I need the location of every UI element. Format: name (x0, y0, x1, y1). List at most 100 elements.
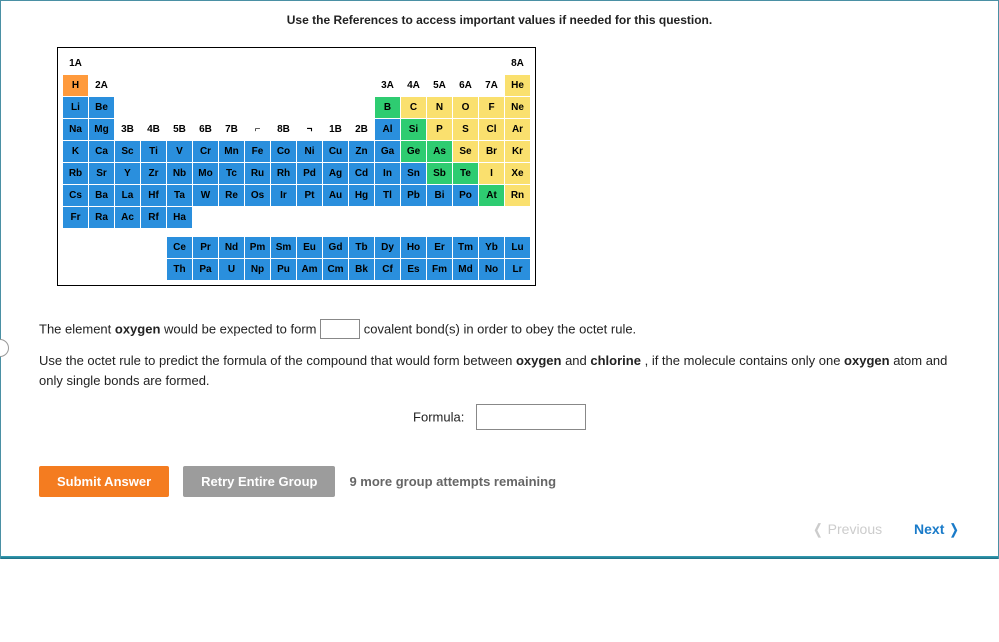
element-Pm[interactable]: Pm (245, 237, 271, 259)
element-Tc[interactable]: Tc (219, 163, 245, 185)
element-In[interactable]: In (375, 163, 401, 185)
element-Ho[interactable]: Ho (401, 237, 427, 259)
element-Tl[interactable]: Tl (375, 185, 401, 207)
element-Ta[interactable]: Ta (167, 185, 193, 207)
element-Ni[interactable]: Ni (297, 141, 323, 163)
element-K[interactable]: K (63, 141, 89, 163)
element-Br[interactable]: Br (479, 141, 505, 163)
element-I[interactable]: I (479, 163, 505, 185)
element-C[interactable]: C (401, 97, 427, 119)
element-Ne[interactable]: Ne (505, 97, 531, 119)
element-Cr[interactable]: Cr (193, 141, 219, 163)
element-Xe[interactable]: Xe (505, 163, 531, 185)
element-At[interactable]: At (479, 185, 505, 207)
element-Ce[interactable]: Ce (167, 237, 193, 259)
element-Fe[interactable]: Fe (245, 141, 271, 163)
element-Cs[interactable]: Cs (63, 185, 89, 207)
element-Pt[interactable]: Pt (297, 185, 323, 207)
element-Fr[interactable]: Fr (63, 207, 89, 229)
element-Gd[interactable]: Gd (323, 237, 349, 259)
element-Eu[interactable]: Eu (297, 237, 323, 259)
element-Am[interactable]: Am (297, 259, 323, 281)
element-Co[interactable]: Co (271, 141, 297, 163)
element-Cf[interactable]: Cf (375, 259, 401, 281)
element-Sr[interactable]: Sr (89, 163, 115, 185)
element-Dy[interactable]: Dy (375, 237, 401, 259)
element-Pu[interactable]: Pu (271, 259, 297, 281)
element-Os[interactable]: Os (245, 185, 271, 207)
submit-button[interactable]: Submit Answer (39, 466, 169, 497)
side-handle[interactable] (0, 339, 9, 357)
element-Th[interactable]: Th (167, 259, 193, 281)
element-Ac[interactable]: Ac (115, 207, 141, 229)
element-S[interactable]: S (453, 119, 479, 141)
bond-count-input[interactable] (320, 319, 360, 339)
element-Ar[interactable]: Ar (505, 119, 531, 141)
element-Bi[interactable]: Bi (427, 185, 453, 207)
element-U[interactable]: U (219, 259, 245, 281)
element-Fm[interactable]: Fm (427, 259, 453, 281)
previous-button[interactable]: ❬ Previous (812, 521, 882, 537)
element-Rb[interactable]: Rb (63, 163, 89, 185)
element-Md[interactable]: Md (453, 259, 479, 281)
element-Zr[interactable]: Zr (141, 163, 167, 185)
element-Po[interactable]: Po (453, 185, 479, 207)
element-Ge[interactable]: Ge (401, 141, 427, 163)
element-He[interactable]: He (505, 75, 531, 97)
element-Ra[interactable]: Ra (89, 207, 115, 229)
element-Be[interactable]: Be (89, 97, 115, 119)
element-Yb[interactable]: Yb (479, 237, 505, 259)
element-N[interactable]: N (427, 97, 453, 119)
element-Se[interactable]: Se (453, 141, 479, 163)
element-Pb[interactable]: Pb (401, 185, 427, 207)
element-Hf[interactable]: Hf (141, 185, 167, 207)
element-Re[interactable]: Re (219, 185, 245, 207)
element-Ir[interactable]: Ir (271, 185, 297, 207)
element-Ti[interactable]: Ti (141, 141, 167, 163)
element-Hg[interactable]: Hg (349, 185, 375, 207)
element-Mg[interactable]: Mg (89, 119, 115, 141)
element-Ha[interactable]: Ha (167, 207, 193, 229)
element-Ca[interactable]: Ca (89, 141, 115, 163)
element-Nd[interactable]: Nd (219, 237, 245, 259)
formula-input[interactable] (476, 404, 586, 430)
element-Rh[interactable]: Rh (271, 163, 297, 185)
element-O[interactable]: O (453, 97, 479, 119)
next-button[interactable]: Next ❭ (914, 521, 960, 537)
element-Na[interactable]: Na (63, 119, 89, 141)
element-Cl[interactable]: Cl (479, 119, 505, 141)
element-W[interactable]: W (193, 185, 219, 207)
element-B[interactable]: B (375, 97, 401, 119)
element-Si[interactable]: Si (401, 119, 427, 141)
element-Pr[interactable]: Pr (193, 237, 219, 259)
retry-button[interactable]: Retry Entire Group (183, 466, 335, 497)
element-Pd[interactable]: Pd (297, 163, 323, 185)
element-Nb[interactable]: Nb (167, 163, 193, 185)
element-Cu[interactable]: Cu (323, 141, 349, 163)
element-Sc[interactable]: Sc (115, 141, 141, 163)
element-Ga[interactable]: Ga (375, 141, 401, 163)
element-Bk[interactable]: Bk (349, 259, 375, 281)
element-Te[interactable]: Te (453, 163, 479, 185)
element-Al[interactable]: Al (375, 119, 401, 141)
element-Ru[interactable]: Ru (245, 163, 271, 185)
element-Zn[interactable]: Zn (349, 141, 375, 163)
element-As[interactable]: As (427, 141, 453, 163)
element-Kr[interactable]: Kr (505, 141, 531, 163)
element-Np[interactable]: Np (245, 259, 271, 281)
element-H[interactable]: H (63, 75, 89, 97)
element-Mn[interactable]: Mn (219, 141, 245, 163)
element-Tb[interactable]: Tb (349, 237, 375, 259)
element-Ag[interactable]: Ag (323, 163, 349, 185)
element-Es[interactable]: Es (401, 259, 427, 281)
element-Li[interactable]: Li (63, 97, 89, 119)
element-Sb[interactable]: Sb (427, 163, 453, 185)
element-Mo[interactable]: Mo (193, 163, 219, 185)
element-La[interactable]: La (115, 185, 141, 207)
element-Sn[interactable]: Sn (401, 163, 427, 185)
element-Y[interactable]: Y (115, 163, 141, 185)
element-Er[interactable]: Er (427, 237, 453, 259)
element-Au[interactable]: Au (323, 185, 349, 207)
element-V[interactable]: V (167, 141, 193, 163)
element-Ba[interactable]: Ba (89, 185, 115, 207)
